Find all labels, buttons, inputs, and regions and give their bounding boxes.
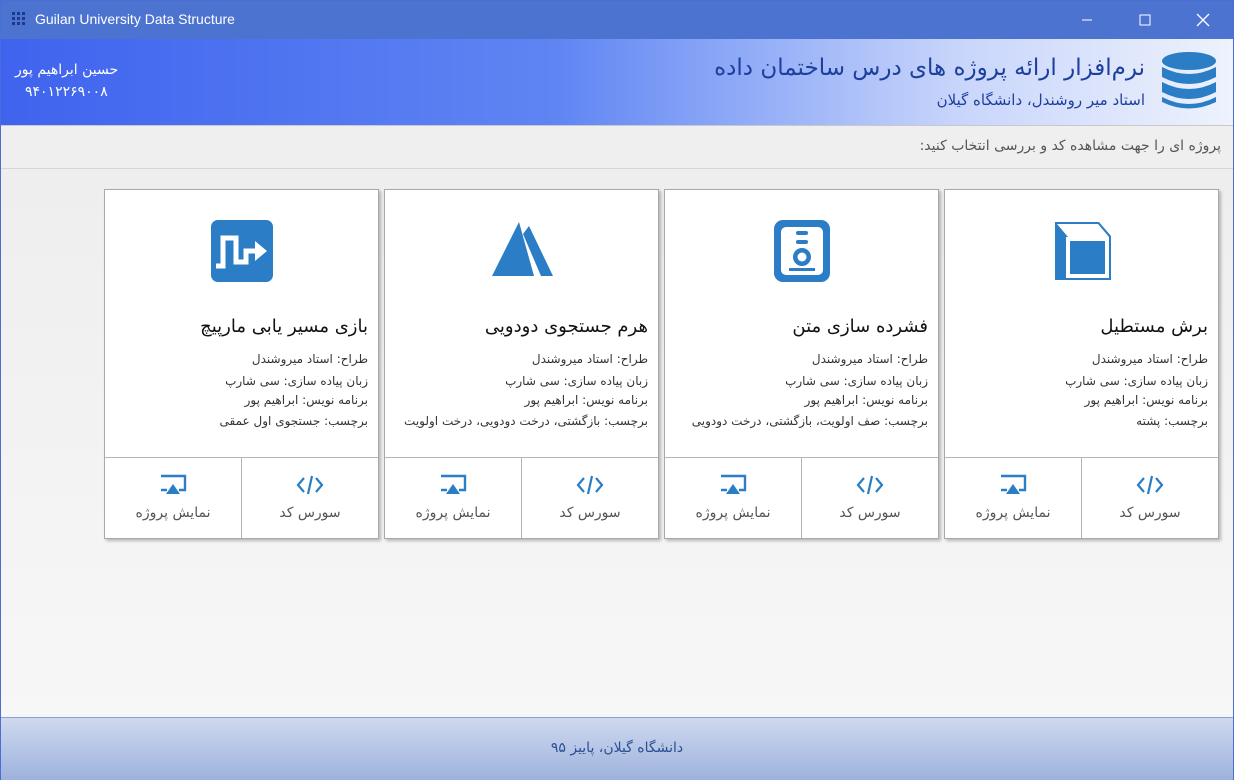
project-title: بازی مسیر یابی مارپیچ [200, 316, 368, 337]
database-icon [1161, 51, 1217, 111]
project-language: زبان پیاده سازی: سی شارپ [505, 374, 648, 388]
instruction-text: پروژه ای را جهت مشاهده کد و بررسی انتخاب… [919, 138, 1221, 154]
app-subheading: استاد میر روشندل، دانشگاه گیلان [936, 91, 1145, 109]
screen-cast-icon [1001, 474, 1027, 494]
project-tags: برچسب: بازگشتی، درخت دودویی، درخت اولویت [404, 414, 648, 428]
pyramid-icon [489, 218, 555, 284]
project-card[interactable]: بازی مسیر یابی مارپیچ طراح: استاد میروشن… [104, 189, 379, 539]
card-actions: سورس کد نمایش پروژه [385, 457, 658, 538]
minimize-button[interactable] [1058, 1, 1116, 39]
screen-cast-icon [161, 474, 187, 494]
source-code-button[interactable]: سورس کد [801, 458, 938, 538]
source-code-label: سورس کد [559, 505, 621, 521]
project-designer: طراح: استاد میروشندل [251, 352, 368, 366]
app-header: نرم‌افزار ارائه پروژه های درس ساختمان دا… [1, 39, 1233, 126]
show-project-button[interactable]: نمایش پروژه [665, 458, 801, 538]
project-title: هرم جستجوی دودویی [484, 316, 648, 337]
show-project-button[interactable]: نمایش پروژه [385, 458, 521, 538]
app-footer: دانشگاه گیلان، پاییز ۹۵ [1, 717, 1233, 780]
author-name: حسین ابراهیم پور [15, 62, 119, 78]
project-programmer: برنامه نویس: ابراهیم پور [244, 393, 368, 407]
screen-cast-icon [721, 474, 747, 494]
project-programmer: برنامه نویس: ابراهیم پور [1084, 393, 1208, 407]
show-project-button[interactable]: نمایش پروژه [105, 458, 241, 538]
source-code-button[interactable]: سورس کد [241, 458, 378, 538]
show-project-label: نمایش پروژه [135, 505, 211, 521]
window-title: Guilan University Data Structure [35, 11, 235, 27]
close-icon [1196, 13, 1210, 27]
project-list: برش مستطیل طراح: استاد میروشندل زبان پیا… [1, 169, 1233, 717]
source-code-label: سورس کد [839, 505, 901, 521]
app-heading: نرم‌افزار ارائه پروژه های درس ساختمان دا… [714, 55, 1145, 81]
box-icon [1049, 218, 1115, 284]
instruction-bar: پروژه ای را جهت مشاهده کد و بررسی انتخاب… [1, 126, 1233, 169]
project-tags: برچسب: جستجوی اول عمقی [219, 414, 368, 428]
code-icon [576, 475, 604, 495]
show-project-label: نمایش پروژه [695, 505, 771, 521]
project-card[interactable]: هرم جستجوی دودویی طراح: استاد میروشندل ز… [384, 189, 659, 539]
app-window: Guilan University Data Structure نرم‌افز… [0, 0, 1234, 780]
show-project-label: نمایش پروژه [975, 505, 1051, 521]
source-code-button[interactable]: سورس کد [521, 458, 658, 538]
card-actions: سورس کد نمایش پروژه [665, 457, 938, 538]
project-title: فشرده سازی متن [792, 316, 928, 337]
id-badge-icon [769, 218, 835, 284]
project-card[interactable]: برش مستطیل طراح: استاد میروشندل زبان پیا… [944, 189, 1219, 539]
source-code-label: سورس کد [1119, 505, 1181, 521]
project-designer: طراح: استاد میروشندل [1091, 352, 1208, 366]
project-programmer: برنامه نویس: ابراهیم پور [804, 393, 928, 407]
project-card[interactable]: فشرده سازی متن طراح: استاد میروشندل زبان… [664, 189, 939, 539]
card-actions: سورس کد نمایش پروژه [105, 457, 378, 538]
project-tags: برچسب: صف اولویت، بازگشتی، درخت دودویی [691, 414, 928, 428]
project-designer: طراح: استاد میروشندل [811, 352, 928, 366]
footer-text: دانشگاه گیلان، پاییز ۹۵ [550, 740, 684, 756]
code-icon [856, 475, 884, 495]
author-student-id: ۹۴۰۱۲۲۶۹۰۰۸ [25, 84, 108, 100]
project-programmer: برنامه نویس: ابراهیم پور [524, 393, 648, 407]
project-language: زبان پیاده سازی: سی شارپ [1065, 374, 1208, 388]
code-icon [296, 475, 324, 495]
maze-path-icon [209, 218, 275, 284]
minimize-icon [1082, 19, 1092, 21]
project-language: زبان پیاده سازی: سی شارپ [785, 374, 928, 388]
project-designer: طراح: استاد میروشندل [531, 352, 648, 366]
show-project-button[interactable]: نمایش پروژه [945, 458, 1081, 538]
source-code-label: سورس کد [279, 505, 341, 521]
show-project-label: نمایش پروژه [415, 505, 491, 521]
maximize-button[interactable] [1116, 1, 1174, 39]
close-button[interactable] [1174, 1, 1232, 39]
screen-cast-icon [441, 474, 467, 494]
project-title: برش مستطیل [1100, 316, 1208, 337]
project-language: زبان پیاده سازی: سی شارپ [225, 374, 368, 388]
card-actions: سورس کد نمایش پروژه [945, 457, 1218, 538]
code-icon [1136, 475, 1164, 495]
title-bar[interactable]: Guilan University Data Structure [1, 1, 1233, 39]
maximize-icon [1139, 14, 1151, 26]
source-code-button[interactable]: سورس کد [1081, 458, 1218, 538]
project-tags: برچسب: پشته [1136, 414, 1208, 428]
app-grid-icon [11, 11, 27, 27]
